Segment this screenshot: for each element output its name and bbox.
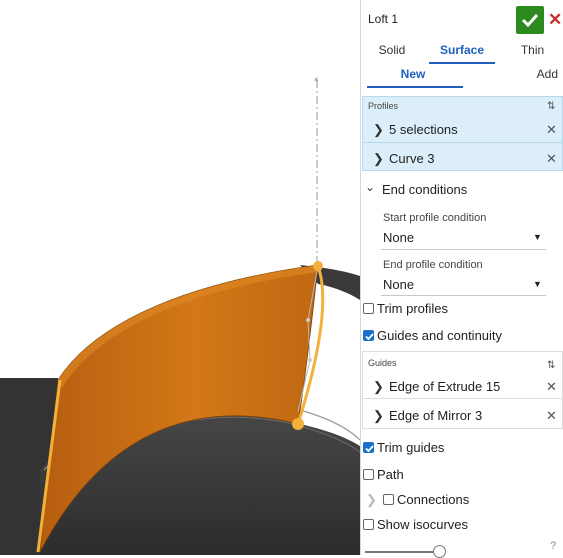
dialog-header: Loft 1 ✕ <box>361 0 563 38</box>
dropdown-arrow-icon[interactable]: ▼ <box>533 232 542 242</box>
guide-row-label[interactable]: Edge of Mirror 3 <box>389 408 482 423</box>
chevron-right-icon[interactable]: ❯ <box>373 151 384 167</box>
connections-label[interactable]: Connections <box>397 492 469 507</box>
remove-icon[interactable]: ✕ <box>546 408 557 424</box>
connections-checkbox[interactable] <box>383 494 394 505</box>
show-isocurves-label[interactable]: Show isocurves <box>377 517 468 532</box>
sort-icon[interactable]: ⇅ <box>547 360 555 371</box>
end-conditions-label[interactable]: End conditions <box>382 182 467 197</box>
chevron-right-icon[interactable]: ❯ <box>373 122 384 138</box>
show-isocurves-checkbox[interactable] <box>363 519 374 530</box>
axis-end-marker: * <box>314 77 319 87</box>
end-profile-condition-select[interactable]: None <box>383 277 414 292</box>
tab-new[interactable]: New <box>361 64 465 88</box>
guides-header: Guides <box>368 358 397 368</box>
tab-new-underline <box>367 86 463 88</box>
trim-guides-checkbox[interactable] <box>363 442 374 453</box>
operation-tabs: New Add <box>361 64 563 88</box>
tab-solid[interactable]: Solid <box>361 40 423 64</box>
curve-point <box>306 318 310 322</box>
select-underline <box>381 249 546 250</box>
list-divider <box>363 398 562 399</box>
profiles-list[interactable]: Profiles ⇅ ❯ 5 selections ✕ ❯ Curve 3 ✕ <box>362 96 563 171</box>
close-icon: ✕ <box>548 10 563 29</box>
guides-continuity-label[interactable]: Guides and continuity <box>377 328 502 343</box>
check-icon <box>365 333 374 341</box>
remove-icon[interactable]: ✕ <box>546 379 557 395</box>
chevron-right-icon[interactable]: ❯ <box>373 379 384 395</box>
list-divider <box>363 142 562 143</box>
tab-thin[interactable]: Thin <box>501 40 563 64</box>
curve-endpoint-bottom[interactable] <box>292 418 304 430</box>
chevron-right-icon[interactable]: ❯ <box>373 408 384 424</box>
path-checkbox[interactable] <box>363 469 374 480</box>
isocurve-slider-thumb[interactable] <box>433 545 446 558</box>
remove-icon[interactable]: ✕ <box>546 151 557 167</box>
check-icon <box>365 445 374 453</box>
chevron-down-icon[interactable]: ⌄ <box>365 180 375 194</box>
curve-point <box>308 358 312 362</box>
tab-surface[interactable]: Surface <box>423 40 501 64</box>
trim-profiles-label[interactable]: Trim profiles <box>377 301 448 316</box>
profiles-header: Profiles <box>368 101 399 111</box>
guides-list[interactable]: Guides ⇅ ❯ Edge of Extrude 15 ✕ ❯ Edge o… <box>362 351 563 429</box>
type-tabs: Solid Surface Thin <box>361 40 563 64</box>
loft-feature-dialog: Loft 1 ✕ Solid Surface Thin New Add Prof… <box>360 0 563 558</box>
end-profile-condition-label: End profile condition <box>383 259 483 271</box>
start-profile-condition-select[interactable]: None <box>383 230 414 245</box>
curve-endpoint-top[interactable] <box>313 261 323 271</box>
feature-title: Loft 1 <box>368 12 399 26</box>
start-profile-condition-label: Start profile condition <box>383 212 487 224</box>
help-icon[interactable]: ? <box>550 540 556 552</box>
guide-row-label[interactable]: Edge of Extrude 15 <box>389 379 500 394</box>
check-icon <box>521 13 539 28</box>
select-underline <box>381 295 546 296</box>
remove-icon[interactable]: ✕ <box>546 122 557 138</box>
chevron-right-icon[interactable]: ❯ <box>366 492 377 508</box>
trim-profiles-checkbox[interactable] <box>363 303 374 314</box>
profile-row-label[interactable]: Curve 3 <box>389 151 435 166</box>
sort-icon[interactable]: ⇅ <box>547 101 555 112</box>
accept-button[interactable] <box>516 6 544 34</box>
profile-row-label[interactable]: 5 selections <box>389 122 458 137</box>
guides-continuity-checkbox[interactable] <box>363 330 374 341</box>
dropdown-arrow-icon[interactable]: ▼ <box>533 279 542 289</box>
path-label[interactable]: Path <box>377 467 404 482</box>
cancel-button[interactable]: ✕ <box>548 6 563 34</box>
trim-guides-label[interactable]: Trim guides <box>377 440 444 455</box>
tab-add[interactable]: Add <box>465 64 563 88</box>
